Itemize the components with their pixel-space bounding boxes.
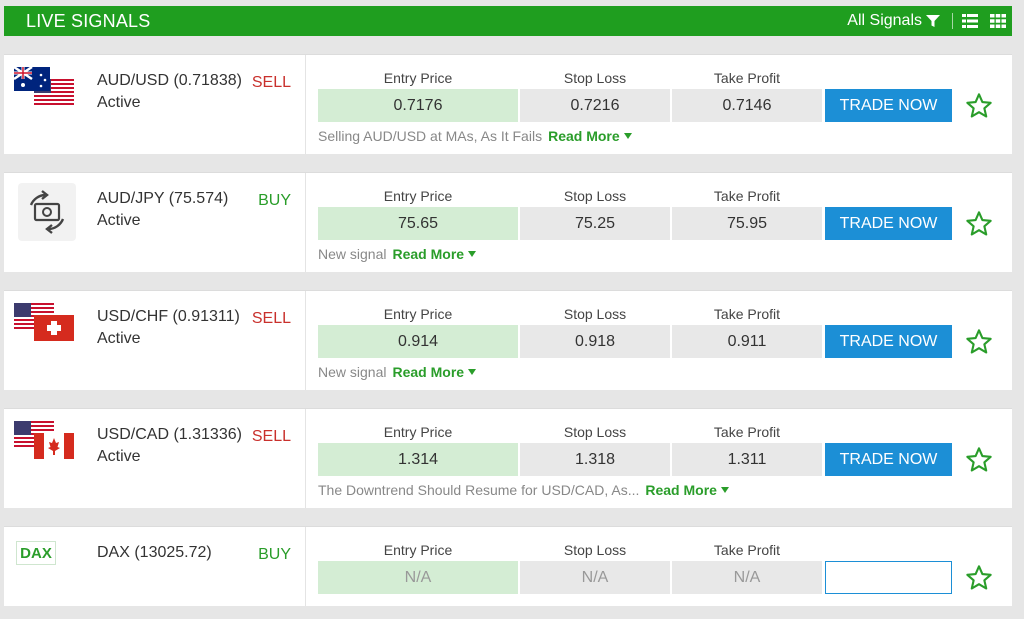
entry-price-label: Entry Price (383, 70, 453, 86)
trade-now-button[interactable]: TRADE NOW (825, 443, 952, 476)
pair-name[interactable]: AUD/USD (0.71838) (97, 72, 242, 90)
filter-icon[interactable] (926, 14, 940, 28)
description-text: The Downtrend Should Resume for USD/CAD,… (318, 482, 640, 498)
take-profit-value: N/A (672, 561, 822, 594)
take-profit-label: Take Profit (713, 542, 781, 558)
star-icon[interactable] (965, 446, 993, 474)
trade-now-button[interactable]: TRADE NOW (825, 207, 952, 240)
stop-loss-label: Stop Loss (563, 306, 627, 322)
signal-row-usd-cad: USD/CAD (1.31336) Active SELL Entry Pric… (4, 408, 1012, 508)
read-more-link[interactable]: Read More (392, 246, 477, 262)
star-icon[interactable] (965, 210, 993, 238)
pair-name[interactable]: AUD/JPY (75.574) (97, 190, 228, 208)
direction-badge: SELL (251, 310, 291, 327)
stop-loss-value: 1.318 (520, 443, 670, 476)
signal-description: New signal Read More (318, 246, 477, 262)
header-divider (952, 13, 953, 29)
dax-badge: DAX (16, 541, 56, 565)
caret-down-icon (468, 251, 477, 257)
aud-usd-flags-icon (14, 67, 74, 105)
trade-now-button[interactable]: TRADE NOW (825, 89, 952, 122)
read-more-link[interactable]: Read More (645, 482, 729, 498)
take-profit-label: Take Profit (713, 188, 781, 204)
entry-price-value: 0.7176 (318, 89, 518, 122)
signal-status: Active (97, 212, 141, 229)
take-profit-label: Take Profit (713, 424, 781, 440)
pair-name[interactable]: DAX (13025.72) (97, 544, 212, 562)
take-profit-value: 0.7146 (672, 89, 822, 122)
signal-description: New signal Read More (318, 364, 477, 380)
trade-button-placeholder[interactable] (825, 561, 952, 594)
currency-exchange-icon (18, 183, 76, 241)
entry-price-label: Entry Price (383, 542, 453, 558)
read-more-label: Read More (645, 482, 717, 498)
signal-info: AUD/JPY (75.574) Active BUY (4, 173, 306, 272)
usd-chf-flags-icon (14, 303, 74, 341)
signal-status: Active (97, 330, 141, 347)
signal-info: AUD/USD (0.71838) Active SELL (4, 55, 306, 154)
take-profit-value: 75.95 (672, 207, 822, 240)
signal-info: DAX DAX (13025.72) BUY (4, 527, 306, 606)
pair-name[interactable]: USD/CAD (1.31336) (97, 426, 242, 444)
direction-badge: SELL (251, 74, 291, 91)
star-icon[interactable] (965, 564, 993, 592)
take-profit-label: Take Profit (713, 306, 781, 322)
entry-price-value: 0.914 (318, 325, 518, 358)
stop-loss-value: 0.7216 (520, 89, 670, 122)
stop-loss-label: Stop Loss (563, 424, 627, 440)
stop-loss-label: Stop Loss (563, 70, 627, 86)
direction-badge: BUY (258, 546, 291, 563)
entry-price-label: Entry Price (383, 306, 453, 322)
caret-down-icon (623, 133, 632, 139)
caret-down-icon (720, 487, 729, 493)
read-more-link[interactable]: Read More (392, 364, 477, 380)
description-text: Selling AUD/USD at MAs, As It Fails (318, 128, 543, 144)
entry-price-label: Entry Price (383, 188, 453, 204)
header-title: LIVE SIGNALS (26, 10, 151, 31)
stop-loss-label: Stop Loss (563, 542, 627, 558)
signal-row-aud-jpy: AUD/JPY (75.574) Active BUY Entry Price … (4, 172, 1012, 272)
take-profit-value: 1.311 (672, 443, 822, 476)
signal-description: Selling AUD/USD at MAs, As It Fails Read… (318, 128, 632, 144)
entry-price-value: 75.65 (318, 207, 518, 240)
signal-info: USD/CAD (1.31336) Active SELL (4, 409, 306, 508)
stop-loss-value: N/A (520, 561, 670, 594)
entry-price-value: 1.314 (318, 443, 518, 476)
description-text: New signal (318, 364, 387, 380)
stop-loss-value: 0.918 (520, 325, 670, 358)
read-more-label: Read More (548, 128, 620, 144)
signal-info: USD/CHF (0.91311) Active SELL (4, 291, 306, 390)
live-signals-header: LIVE SIGNALS All Signals (4, 6, 1012, 36)
direction-badge: SELL (251, 428, 291, 445)
star-icon[interactable] (965, 328, 993, 356)
signal-status: Active (97, 94, 141, 111)
signal-row-dax: DAX DAX (13025.72) BUY Entry Price Stop … (4, 526, 1012, 606)
star-icon[interactable] (965, 92, 993, 120)
signal-row-aud-usd: AUD/USD (0.71838) Active SELL Entry Pric… (4, 54, 1012, 154)
stop-loss-value: 75.25 (520, 207, 670, 240)
stop-loss-label: Stop Loss (563, 188, 627, 204)
read-more-link[interactable]: Read More (548, 128, 632, 144)
entry-price-label: Entry Price (383, 424, 453, 440)
description-text: New signal (318, 246, 387, 262)
take-profit-label: Take Profit (713, 70, 781, 86)
list-view-icon[interactable] (962, 14, 978, 28)
grid-view-icon[interactable] (990, 14, 1006, 28)
signal-status: Active (97, 448, 141, 465)
read-more-label: Read More (392, 364, 465, 380)
signal-description: The Downtrend Should Resume for USD/CAD,… (318, 482, 729, 498)
pair-name[interactable]: USD/CHF (0.91311) (97, 308, 240, 326)
take-profit-value: 0.911 (672, 325, 822, 358)
trade-now-button[interactable]: TRADE NOW (825, 325, 952, 358)
usd-cad-flags-icon (14, 421, 74, 459)
all-signals-filter[interactable]: All Signals (847, 12, 922, 30)
signal-row-usd-chf: USD/CHF (0.91311) Active SELL Entry Pric… (4, 290, 1012, 390)
direction-badge: BUY (258, 192, 291, 209)
entry-price-value: N/A (318, 561, 518, 594)
read-more-label: Read More (392, 246, 465, 262)
header-controls: All Signals (847, 12, 1006, 30)
caret-down-icon (468, 369, 477, 375)
